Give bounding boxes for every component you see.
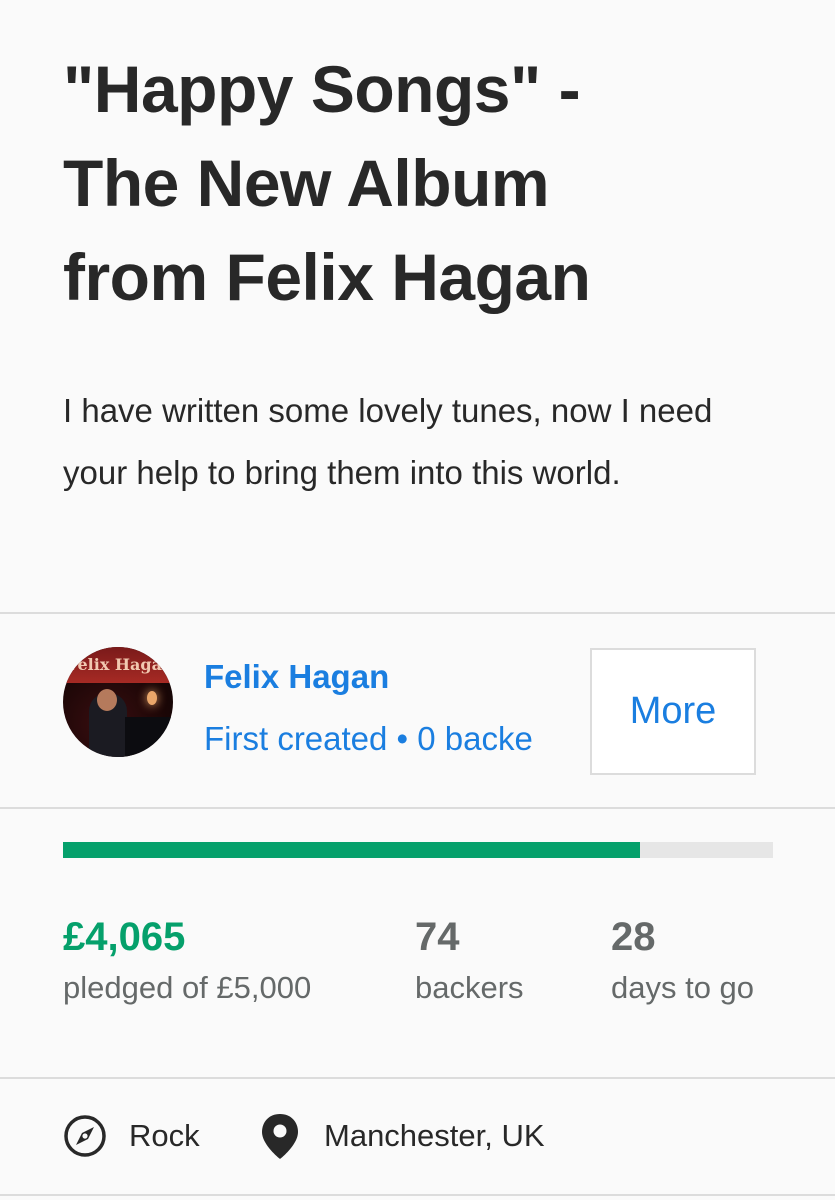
avatar-piano bbox=[125, 717, 173, 757]
divider bbox=[0, 1077, 835, 1079]
more-button[interactable]: More bbox=[590, 648, 756, 775]
creator-avatar[interactable]: Felix Hagan bbox=[63, 647, 173, 757]
creator-meta-link[interactable]: First created • 0 backe bbox=[204, 720, 533, 758]
project-blurb: I have written some lovely tunes, now I … bbox=[63, 392, 713, 491]
avatar-lamp bbox=[147, 691, 157, 705]
avatar-face bbox=[97, 689, 117, 711]
project-page: "Happy Songs" - The New Album from Felix… bbox=[0, 0, 835, 1200]
divider bbox=[0, 1194, 835, 1196]
pledged-amount: £4,065 bbox=[63, 915, 186, 959]
avatar-banner: Felix Hagan bbox=[63, 647, 173, 683]
avatar-logo-text: Felix Hagan bbox=[67, 655, 173, 674]
creator-section: Felix Hagan Felix Hagan First created • … bbox=[0, 614, 835, 808]
project-tags: Rock Manchester, UK bbox=[0, 1082, 835, 1192]
days-count: 28 bbox=[611, 915, 656, 959]
funding-progress-bar bbox=[63, 842, 773, 858]
backers-stat: 74 backers bbox=[415, 912, 524, 1008]
divider bbox=[0, 807, 835, 809]
backers-label: backers bbox=[415, 970, 524, 1005]
category-label: Rock bbox=[129, 1118, 200, 1153]
pledged-stat: £4,065 pledged of £5,000 bbox=[63, 912, 311, 1008]
category-tag[interactable]: Rock bbox=[63, 1112, 200, 1160]
location-label: Manchester, UK bbox=[324, 1118, 545, 1153]
location-tag[interactable]: Manchester, UK bbox=[258, 1112, 545, 1160]
backers-count: 74 bbox=[415, 915, 460, 959]
pledged-goal-label: pledged of £5,000 bbox=[63, 970, 312, 1005]
funding-progress-fill bbox=[63, 842, 641, 858]
compass-icon bbox=[64, 1115, 106, 1157]
days-stat: 28 days to go bbox=[611, 912, 754, 1008]
location-pin-icon bbox=[262, 1114, 298, 1159]
creator-name-link[interactable]: Felix Hagan bbox=[204, 658, 389, 696]
days-label: days to go bbox=[611, 970, 755, 1005]
project-title: "Happy Songs" - The New Album from Felix… bbox=[63, 52, 591, 314]
